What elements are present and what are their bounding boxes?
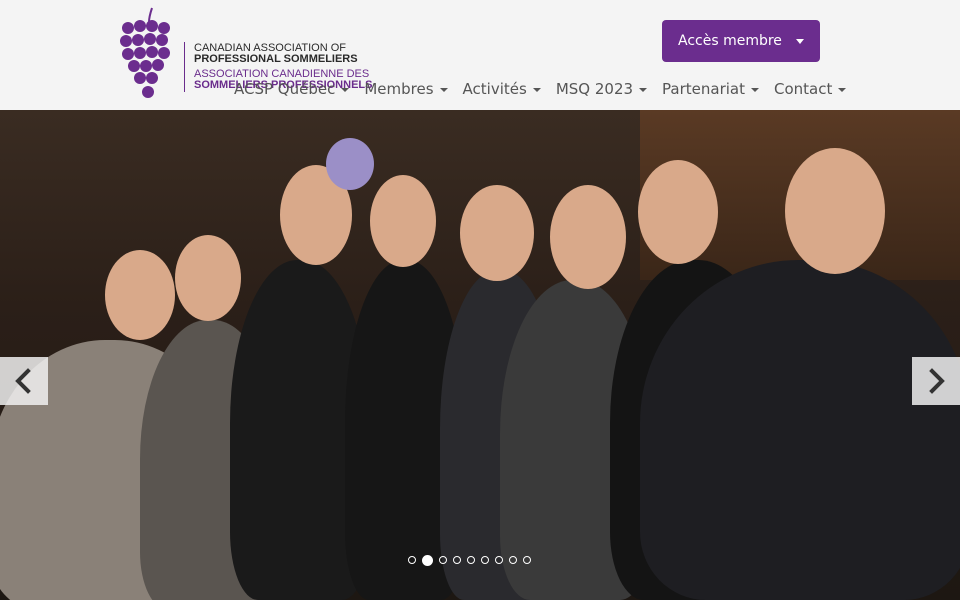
nav-item-acsp-quebec[interactable]: ACSP Québec [234,80,350,98]
carousel-indicator[interactable] [453,556,461,564]
chevron-left-icon [15,368,31,394]
hero-carousel [0,110,960,600]
carousel-indicator-active[interactable] [422,554,433,566]
carousel-slide-photo [0,110,960,600]
member-access-label: Accès membre [678,33,782,49]
nav-label: Partenariat [662,80,745,98]
carousel-indicators [408,554,537,566]
nav-label: ACSP Québec [234,80,336,98]
nav-item-activites[interactable]: Activités [463,80,541,98]
photo-face [550,185,626,289]
carousel-indicator[interactable] [467,556,475,564]
carousel-indicator[interactable] [439,556,447,564]
logo-text-english: CANADIAN ASSOCIATION OF PROFESSIONAL SOM… [194,43,358,65]
photo-face [175,235,241,321]
nav-label: Contact [773,80,833,98]
caret-down-icon [532,88,541,92]
photo-face [638,160,718,264]
carousel-next-button[interactable] [912,357,960,405]
caret-down-icon [439,88,448,92]
caret-down-icon [838,88,847,92]
nav-label: Membres [364,80,434,98]
carousel-indicator[interactable] [495,556,503,564]
logo-divider [184,42,185,92]
balloon-decor [326,138,374,190]
main-nav: ACSP Québec Membres Activités MSQ 2023 P… [234,78,861,100]
nav-item-membres[interactable]: Membres [364,80,448,98]
nav-item-partenariat[interactable]: Partenariat [662,80,759,98]
photo-face [460,185,534,281]
grape-logo-icon [120,7,170,98]
nav-item-contact[interactable]: Contact [773,80,847,98]
nav-label: Activités [462,80,527,98]
nav-item-msq-2023[interactable]: MSQ 2023 [555,80,648,98]
caret-down-icon [341,88,350,92]
carousel-indicator[interactable] [408,556,416,564]
photo-face [785,148,885,274]
caret-down-icon [750,88,759,92]
carousel-indicator[interactable] [523,556,531,564]
photo-face [370,175,436,267]
site-header: CANADIAN ASSOCIATION OF PROFESSIONAL SOM… [0,0,960,110]
carousel-indicator[interactable] [509,556,517,564]
caret-down-icon [639,88,648,92]
photo-face [105,250,175,340]
carousel-prev-button[interactable] [0,357,48,405]
member-access-button[interactable]: Accès membre [662,20,820,62]
nav-label: MSQ 2023 [555,80,634,98]
logo-en-line2: PROFESSIONAL SOMMELIERS [194,53,358,65]
chevron-right-icon [929,368,945,394]
photo-person [640,260,960,600]
carousel-indicator[interactable] [481,556,489,564]
caret-down-icon [796,39,804,44]
